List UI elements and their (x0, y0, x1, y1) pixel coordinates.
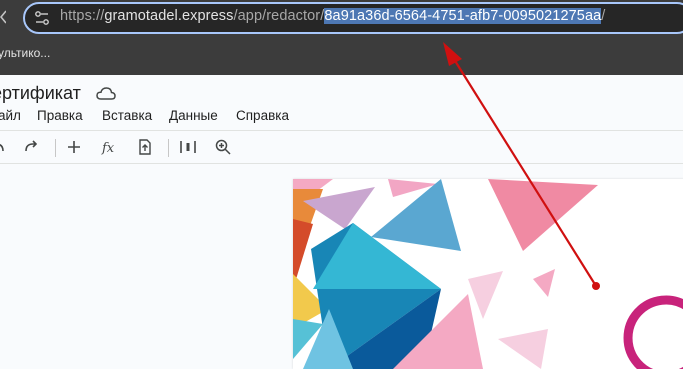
toolbar: fx (0, 131, 683, 163)
redo-icon[interactable] (21, 137, 41, 157)
align-icon[interactable] (178, 137, 198, 157)
site-info-icon[interactable] (33, 9, 51, 27)
menu-edit[interactable]: Правка (37, 108, 83, 123)
zoom-icon[interactable] (213, 137, 233, 157)
svg-text:fx: fx (101, 141, 115, 156)
url-trailing-slash: / (601, 8, 606, 24)
menu-data[interactable]: Данные (169, 108, 218, 123)
bookmark-item[interactable]: ультико... (0, 46, 50, 60)
browser-chrome: https://gramotadel.express/app/redactor/… (0, 0, 683, 75)
undo-icon[interactable] (0, 137, 8, 157)
cloud-save-icon[interactable] (96, 86, 116, 107)
document-title[interactable]: ертификат (0, 83, 81, 104)
menu-insert[interactable]: Вставка (102, 108, 152, 123)
toolbar-separator (55, 139, 56, 157)
function-icon[interactable]: fx (100, 137, 120, 157)
back-arrow-icon[interactable] (0, 6, 7, 28)
url-text[interactable]: https://gramotadel.express/app/redactor/… (60, 8, 605, 24)
upload-icon[interactable] (135, 137, 155, 157)
certificate-preview[interactable] (293, 179, 683, 369)
url-host: gramotadel.express (104, 8, 234, 24)
menu-help[interactable]: Справка (236, 108, 289, 123)
url-scheme: https:// (60, 8, 105, 24)
toolbar-separator (168, 139, 169, 157)
url-selected-id: 8a91a36d-6564-4751-afb7-0095021275aa (324, 8, 602, 24)
add-icon[interactable] (64, 137, 84, 157)
url-path: /app/redactor/ (233, 8, 325, 24)
certificate-artwork (293, 179, 683, 369)
menu-file[interactable]: айл (0, 108, 21, 123)
